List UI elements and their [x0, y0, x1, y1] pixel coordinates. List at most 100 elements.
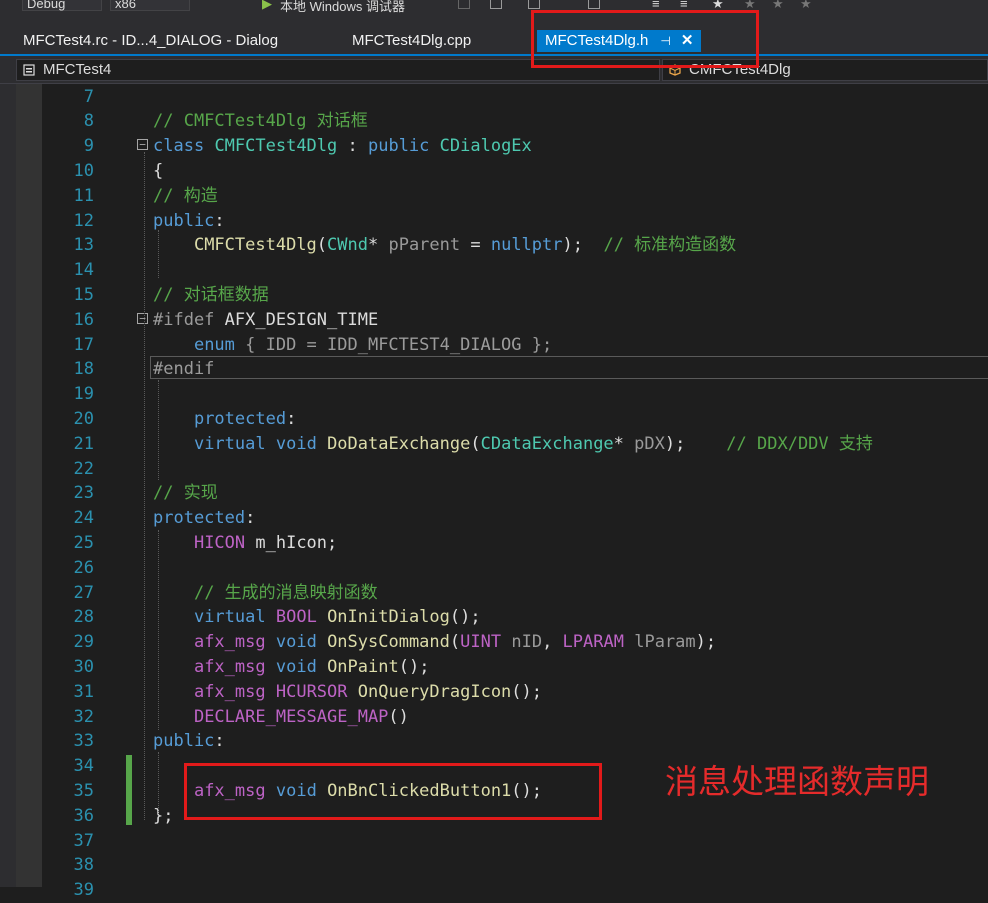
line-number: 37	[73, 830, 94, 851]
code-line[interactable]: 31 afx_msg HCURSOR OnQueryDragIcon();	[0, 680, 988, 705]
code-token: BOOL	[275, 607, 317, 628]
line-number: 17	[73, 334, 94, 355]
code-line[interactable]: 28 virtual BOOL OnInitDialog();	[0, 605, 988, 630]
code-token: void	[275, 632, 317, 653]
code-token: ,	[542, 632, 563, 653]
code-line[interactable]: 12 public:	[0, 209, 988, 234]
fold-toggle-icon[interactable]: −	[137, 313, 148, 324]
code-line[interactable]: 11 // 构造	[0, 184, 988, 209]
code-token: OnQueryDragIcon	[357, 681, 512, 702]
code-line[interactable]: 7	[0, 85, 988, 110]
code-line[interactable]: 26	[0, 556, 988, 581]
code-line[interactable]: 38	[0, 853, 988, 878]
code-token: public	[367, 136, 430, 157]
code-line[interactable]: 29 afx_msg void OnSysCommand(UINT nID, L…	[0, 630, 988, 655]
code-token: // DDX/DDV 支持	[726, 433, 873, 454]
line-number: 12	[73, 210, 94, 231]
code-token: m_hIcon;	[245, 532, 338, 553]
code-token: public	[153, 731, 215, 752]
code-line[interactable]: 17 enum { IDD = IDD_MFCTEST4_DIALOG };	[0, 333, 988, 358]
code-line[interactable]: 25 HICON m_hIcon;	[0, 531, 988, 556]
code-line[interactable]: 10 {	[0, 159, 988, 184]
code-line[interactable]: 19	[0, 382, 988, 407]
code-text: virtual void DoDataExchange(CDataExchang…	[153, 432, 873, 457]
code-text: public:	[153, 209, 225, 234]
tab-mfctest4dlg-cpp[interactable]: MFCTest4Dlg.cpp	[352, 30, 471, 52]
code-line[interactable]: 20 protected:	[0, 407, 988, 432]
configuration-dropdown[interactable]: Debug	[22, 0, 102, 11]
code-token: );	[695, 632, 717, 653]
code-token: #ifdef	[153, 309, 215, 330]
region-highlight-box	[150, 356, 988, 379]
code-token: protected	[193, 408, 287, 429]
code-line[interactable]: 21 virtual void DoDataExchange(CDataExch…	[0, 432, 988, 457]
code-line[interactable]: 8 // CMFCTest4Dlg 对话框	[0, 109, 988, 134]
line-number: 31	[73, 681, 94, 702]
line-number: 39	[73, 880, 94, 901]
code-line[interactable]: 24 protected:	[0, 506, 988, 531]
code-line[interactable]: 39	[0, 878, 988, 903]
code-token: HCURSOR	[275, 681, 348, 702]
code-token: DECLARE_MESSAGE_MAP	[193, 706, 389, 727]
code-text: protected:	[153, 407, 296, 432]
code-token: // CMFCTest4Dlg 对话框	[153, 111, 368, 132]
code-token: virtual	[193, 607, 266, 628]
code-line[interactable]: 13 CMFCTest4Dlg(CWnd* pParent = nullptr)…	[0, 233, 988, 258]
window-icon[interactable]	[588, 0, 600, 9]
bookmark-clear-icon[interactable]: ★	[800, 0, 812, 12]
bookmark-next-icon[interactable]: ★	[772, 0, 784, 12]
code-token: // 构造	[153, 185, 218, 206]
code-token: *	[613, 433, 635, 454]
code-token: LPARAM	[562, 632, 624, 653]
code-token: // 实现	[153, 483, 218, 504]
code-token: // 生成的消息映射函数	[193, 582, 378, 603]
indent-guide	[158, 230, 159, 278]
code-token: pDX	[634, 433, 665, 454]
code-text: public:	[153, 729, 225, 754]
change-marker	[126, 755, 132, 825]
code-line[interactable]: 32 DECLARE_MESSAGE_MAP()	[0, 705, 988, 730]
code-token: OnSysCommand	[327, 632, 450, 653]
code-token: (	[470, 433, 481, 454]
run-debugger-button[interactable]: 本地 Windows 调试器	[280, 0, 405, 14]
layout-icon[interactable]	[528, 0, 540, 9]
line-number: 33	[73, 731, 94, 752]
fold-toggle-icon[interactable]: −	[137, 139, 148, 150]
play-icon[interactable]: ▶	[262, 0, 272, 12]
find-icon[interactable]	[490, 0, 502, 9]
code-token: protected	[153, 508, 246, 529]
code-token: { IDD = IDD_MFCTEST4_DIALOG };	[234, 334, 553, 355]
code-line[interactable]: 33 public:	[0, 729, 988, 754]
code-line[interactable]: 9 class CMFCTest4Dlg : public CDialogEx	[0, 134, 988, 159]
project-label: MFCTest4	[43, 61, 112, 78]
code-token: void	[275, 433, 317, 454]
code-token: );	[562, 235, 604, 256]
code-line[interactable]: 16 #ifdef AFX_DESIGN_TIME	[0, 308, 988, 333]
code-text: protected:	[153, 506, 255, 531]
code-line[interactable]: 15 // 对话框数据	[0, 283, 988, 308]
code-token: class	[153, 136, 205, 157]
code-token: CWnd	[327, 235, 368, 256]
line-number: 7	[83, 86, 94, 107]
code-line[interactable]: 27 // 生成的消息映射函数	[0, 581, 988, 606]
line-number: 13	[73, 235, 94, 256]
code-line[interactable]: 30 afx_msg void OnPaint();	[0, 655, 988, 680]
code-text: DECLARE_MESSAGE_MAP()	[153, 705, 409, 730]
tab-mfctest4-rc[interactable]: MFCTest4.rc - ID...4_DIALOG - Dialog	[23, 30, 278, 52]
code-line[interactable]: 23 // 实现	[0, 481, 988, 506]
code-line[interactable]: 14	[0, 258, 988, 283]
highlight-box-tab	[531, 10, 759, 68]
code-token: nullptr	[490, 235, 563, 256]
settings-icon[interactable]	[458, 0, 470, 9]
code-token: lParam	[634, 632, 696, 653]
code-line[interactable]: 37	[0, 829, 988, 854]
code-token: // 标准构造函数	[603, 235, 737, 256]
code-text: CMFCTest4Dlg(CWnd* pParent = nullptr); /…	[153, 233, 736, 258]
code-line[interactable]: 22	[0, 457, 988, 482]
platform-dropdown[interactable]: x86	[110, 0, 190, 11]
